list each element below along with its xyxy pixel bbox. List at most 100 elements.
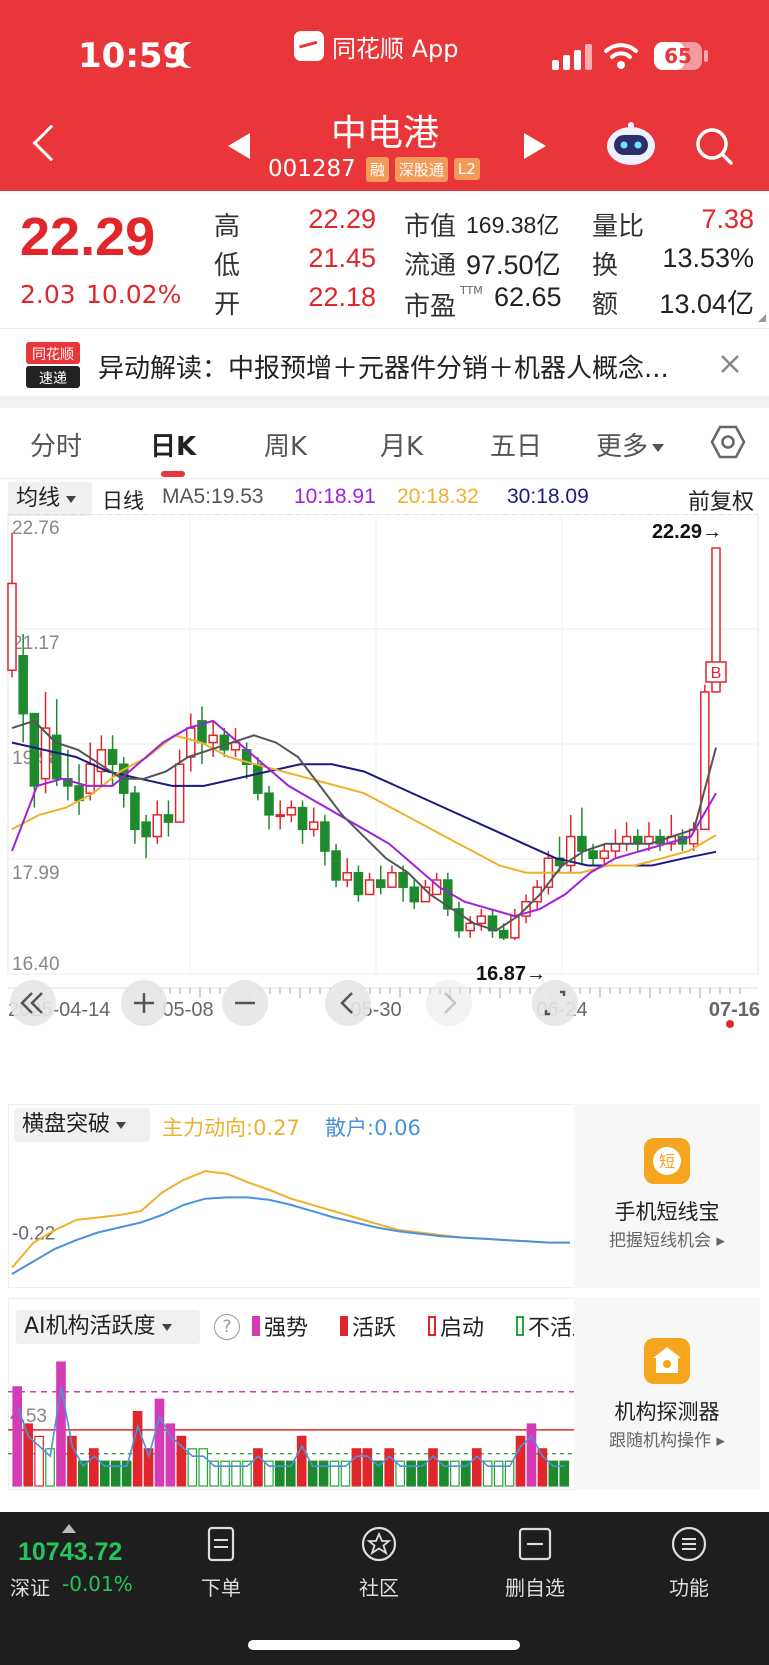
scroll-to-start-button[interactable] xyxy=(10,980,56,1026)
back-icon[interactable] xyxy=(32,124,70,162)
candle-body xyxy=(599,850,610,860)
ma5-line xyxy=(11,719,717,932)
activity-bar xyxy=(351,1448,362,1487)
promo-short-term-tool[interactable]: 短 手机短线宝 把握短线机会 ▸ xyxy=(574,1104,760,1288)
activity-bar xyxy=(88,1448,99,1487)
candle-body xyxy=(387,871,397,888)
news-logo-line2: 速递 xyxy=(39,371,67,387)
ind1-select-label: 横盘突破 xyxy=(22,1112,111,1137)
candle-body xyxy=(308,821,319,831)
candle-body xyxy=(577,835,587,852)
activity-bar xyxy=(253,1448,263,1487)
activity-bar xyxy=(285,1460,296,1487)
activity-bar xyxy=(329,1460,340,1487)
plus-icon xyxy=(134,993,154,1013)
candle-body xyxy=(107,749,118,766)
buy-marker: B xyxy=(711,665,722,682)
activity-bar xyxy=(198,1448,209,1487)
candlestick-chart[interactable]: 22.7621.1719.5817.9916.4022.29→16.87→B20… xyxy=(0,514,769,1054)
battery-icon: 65 xyxy=(654,42,702,70)
activity-bar xyxy=(220,1460,230,1487)
tab-daily-k[interactable]: 日K xyxy=(150,426,196,463)
settings-icon[interactable] xyxy=(710,424,746,460)
tab-five-day[interactable]: 五日 xyxy=(490,426,542,463)
candle-body xyxy=(286,806,297,816)
candle-body xyxy=(342,871,353,881)
candle-body xyxy=(208,734,218,744)
indicator-select-breakout[interactable]: 横盘突破 xyxy=(14,1108,150,1142)
price-adjust-mode[interactable]: 前复权 xyxy=(688,484,754,516)
indicator-select-ai-activity[interactable]: AI机构活跃度 xyxy=(16,1310,200,1344)
chevron-down-icon xyxy=(652,443,665,452)
legend-start: 启动 xyxy=(428,1310,484,1342)
nav-label: 社区 xyxy=(359,1576,399,1600)
robot-assistant-icon[interactable] xyxy=(605,120,657,166)
scroll-left-button[interactable] xyxy=(325,980,371,1026)
ma20-value: 20:18.32 xyxy=(397,485,479,508)
candle-body xyxy=(476,915,487,925)
activity-bar xyxy=(450,1460,460,1487)
expand-corner-icon[interactable] xyxy=(758,314,766,322)
short-term-icon-char: 短 xyxy=(659,1152,675,1171)
tab-more-label: 更多 xyxy=(596,432,649,462)
home-indicator xyxy=(248,1640,520,1650)
nav-label: 下单 xyxy=(201,1576,241,1600)
chevron-right-icon xyxy=(444,992,457,1014)
indicator-select-ma[interactable]: 均线 xyxy=(8,482,92,516)
fullscreen-button[interactable] xyxy=(532,980,578,1026)
index-value[interactable]: 10743.72 xyxy=(18,1538,122,1567)
app-logo-icon xyxy=(294,31,324,61)
expand-up-icon[interactable] xyxy=(62,1524,76,1533)
tab-weekly-k[interactable]: 周K xyxy=(264,426,307,463)
nav-place-order[interactable]: 下单 xyxy=(176,1524,266,1601)
legend-swatch xyxy=(516,1316,524,1336)
legend-swatch xyxy=(252,1316,260,1336)
y-tick-label: 22.76 xyxy=(12,518,60,539)
community-star-icon xyxy=(361,1526,397,1562)
promo2-title: 机构探测器 xyxy=(614,1400,720,1424)
divider xyxy=(0,478,769,479)
activity-bar xyxy=(318,1460,329,1487)
next-stock-icon[interactable] xyxy=(524,133,546,159)
capital-flow-chart[interactable]: -0.22 xyxy=(8,1140,574,1288)
high-marker: 22.29→ xyxy=(652,521,722,543)
battery-level: 65 xyxy=(664,44,692,68)
activity-bar xyxy=(132,1410,143,1487)
tab-monthly-k[interactable]: 月K xyxy=(380,426,423,463)
turnover-label: 换 xyxy=(592,251,619,281)
app-pill[interactable]: 同花顺 App xyxy=(294,30,459,63)
news-flash-logo: 同花顺 速递 xyxy=(26,342,80,388)
active-tab-indicator xyxy=(161,471,185,477)
prev-stock-icon[interactable] xyxy=(228,133,250,159)
chevron-down-icon xyxy=(116,1121,127,1129)
activity-bar xyxy=(460,1460,471,1487)
news-headline[interactable]: 异动解读：中报预增＋元器件分销＋机器人概念... xyxy=(98,348,698,385)
price-change-pct: 10.02% xyxy=(86,280,182,309)
retail-line xyxy=(11,1196,570,1275)
ai-activity-chart[interactable]: 4.53 xyxy=(8,1340,574,1490)
ma30-value: 30:18.09 xyxy=(507,485,589,508)
activity-bar xyxy=(384,1448,395,1487)
scroll-right-button[interactable] xyxy=(426,980,472,1026)
ma-select-label: 均线 xyxy=(16,486,61,511)
help-icon[interactable]: ? xyxy=(214,1314,240,1340)
zoom-in-button[interactable] xyxy=(121,980,167,1026)
vol-ratio-value: 7.38 xyxy=(701,204,754,234)
fullscreen-corner-icon xyxy=(544,990,566,1016)
nav-community[interactable]: 社区 xyxy=(334,1524,424,1601)
promo-institution-detector[interactable]: 机构探测器 跟随机构操作 ▸ xyxy=(574,1298,760,1490)
mkt-cap-value: 169.38亿 xyxy=(466,212,560,238)
zoom-out-button[interactable] xyxy=(222,980,268,1026)
x-tick-label: 07-16 xyxy=(709,999,760,1021)
remove-watchlist-icon xyxy=(518,1527,552,1561)
search-icon[interactable] xyxy=(694,126,734,166)
nav-remove-watchlist[interactable]: 删自选 xyxy=(490,1524,580,1601)
nav-functions[interactable]: 功能 xyxy=(644,1524,734,1601)
tab-intraday[interactable]: 分时 xyxy=(30,426,82,463)
tab-more[interactable]: 更多 xyxy=(596,426,665,463)
functions-menu-icon xyxy=(671,1526,707,1562)
activity-bar xyxy=(526,1423,537,1487)
close-icon[interactable] xyxy=(718,352,742,376)
candle-body xyxy=(7,582,17,671)
index-name: 深证 xyxy=(10,1576,50,1600)
